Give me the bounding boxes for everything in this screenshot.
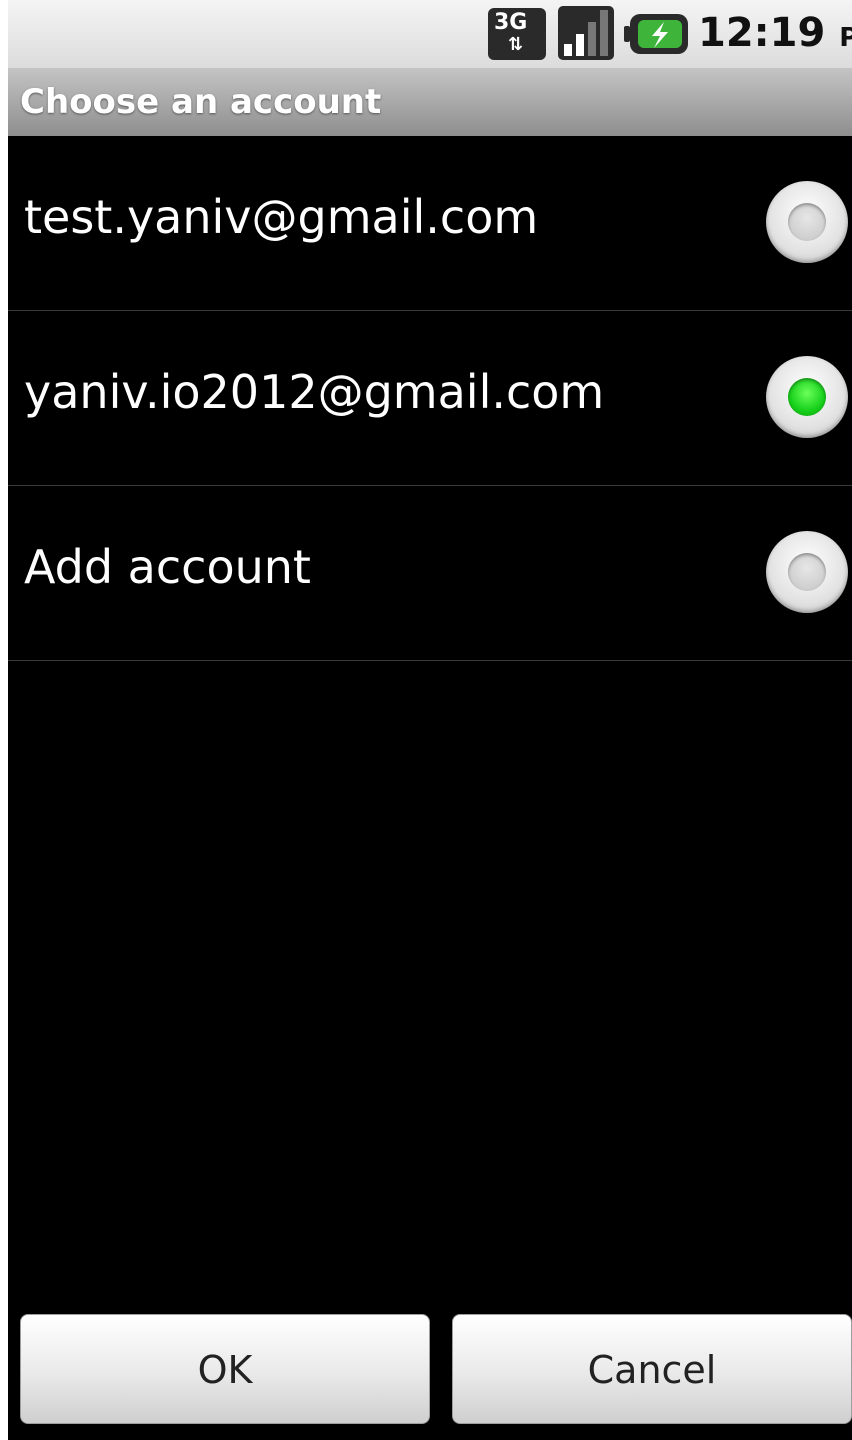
account-option-label: Add account <box>24 540 311 594</box>
status-bar: 3G ⇅ 12:19 PM <box>8 0 852 68</box>
account-option-label: test.yaniv@gmail.com <box>24 190 539 244</box>
radio-button-unchecked[interactable] <box>766 531 848 613</box>
radio-button-checked[interactable] <box>766 356 848 438</box>
data-arrows-icon: ⇅ <box>508 34 524 55</box>
battery-charging-icon <box>624 14 688 54</box>
radio-indicator-icon <box>788 203 826 241</box>
account-option-2[interactable]: yaniv.io2012@gmail.com <box>8 311 852 486</box>
add-account-option[interactable]: Add account <box>8 486 852 661</box>
clock-time: 12:19 <box>698 10 826 56</box>
clock-ampm: PM <box>839 23 852 53</box>
account-option-1[interactable]: test.yaniv@gmail.com <box>8 136 852 311</box>
radio-indicator-icon <box>788 553 826 591</box>
device-screen: 3G ⇅ 12:19 PM Choose an account test.yan… <box>8 0 852 1440</box>
3g-data-icon: 3G ⇅ <box>488 8 546 60</box>
radio-indicator-icon <box>788 378 826 416</box>
cancel-button[interactable]: Cancel <box>452 1314 852 1424</box>
account-option-label: yaniv.io2012@gmail.com <box>24 365 605 419</box>
radio-button-unchecked[interactable] <box>766 181 848 263</box>
dialog-title-bar: Choose an account <box>8 68 852 136</box>
status-clock: 12:19 PM <box>698 10 852 56</box>
signal-strength-icon <box>558 6 614 60</box>
ok-button[interactable]: OK <box>20 1314 430 1424</box>
dialog-title: Choose an account <box>20 82 382 122</box>
network-type-label: 3G <box>494 10 528 35</box>
